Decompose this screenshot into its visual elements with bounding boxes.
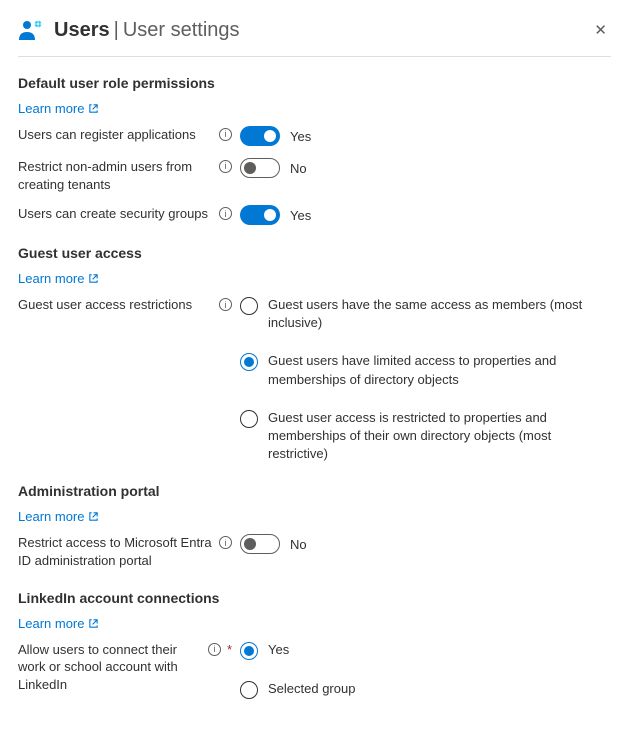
radio-guest-restricted-access[interactable]: Guest user access is restricted to prope…	[240, 409, 608, 464]
setting-linkedin-connect: Allow users to connect their work or sch…	[18, 641, 611, 699]
toggle-restrict-tenants[interactable]	[240, 158, 280, 178]
info-icon[interactable]: i	[219, 298, 232, 311]
section-admin-portal: Administration portal Learn more Restric…	[18, 483, 611, 569]
setting-label-text: Users can register applications	[18, 126, 214, 144]
toggle-value: Yes	[290, 129, 311, 144]
learn-more-admin-portal[interactable]: Learn more	[18, 509, 99, 524]
setting-label: Users can register applications i	[18, 126, 240, 144]
radio-circle	[240, 353, 258, 371]
radio-label: Guest users have limited access to prope…	[268, 352, 608, 388]
section-linkedin: LinkedIn account connections Learn more …	[18, 590, 611, 699]
external-link-icon	[88, 273, 99, 284]
section-default-role: Default user role permissions Learn more…	[18, 75, 611, 225]
toggle-restrict-portal[interactable]	[240, 534, 280, 554]
learn-more-label: Learn more	[18, 271, 84, 286]
radio-circle	[240, 410, 258, 428]
radio-group-linkedin: Yes Selected group	[240, 641, 355, 699]
toggle-register-apps[interactable]	[240, 126, 280, 146]
radio-guest-limited-access[interactable]: Guest users have limited access to prope…	[240, 352, 608, 388]
external-link-icon	[88, 618, 99, 629]
setting-restrict-tenants: Restrict non-admin users from creating t…	[18, 158, 611, 193]
radio-label: Yes	[268, 641, 289, 659]
learn-more-guest-access[interactable]: Learn more	[18, 271, 99, 286]
panel-title-main: Users	[54, 19, 110, 42]
info-icon[interactable]: i	[219, 207, 232, 220]
info-icon[interactable]: i	[208, 643, 221, 656]
setting-security-groups: Users can create security groups i Yes	[18, 205, 611, 225]
radio-linkedin-selected-group[interactable]: Selected group	[240, 680, 355, 699]
learn-more-label: Learn more	[18, 616, 84, 631]
section-guest-access: Guest user access Learn more Guest user …	[18, 245, 611, 463]
learn-more-default-role[interactable]: Learn more	[18, 101, 99, 116]
setting-label: Guest user access restrictions i	[18, 296, 240, 314]
external-link-icon	[88, 103, 99, 114]
close-button[interactable]: ✕	[590, 17, 611, 43]
section-title-guest-access: Guest user access	[18, 245, 611, 261]
info-icon[interactable]: i	[219, 536, 232, 549]
toggle-value: No	[290, 537, 307, 552]
radio-label: Selected group	[268, 680, 355, 698]
radio-guest-same-access[interactable]: Guest users have the same access as memb…	[240, 296, 608, 332]
external-link-icon	[88, 511, 99, 522]
radio-group-guest-access: Guest users have the same access as memb…	[240, 296, 608, 463]
radio-linkedin-yes[interactable]: Yes	[240, 641, 355, 660]
radio-circle	[240, 681, 258, 699]
toggle-value: Yes	[290, 208, 311, 223]
setting-label-text: Allow users to connect their work or sch…	[18, 641, 203, 694]
learn-more-label: Learn more	[18, 509, 84, 524]
learn-more-linkedin[interactable]: Learn more	[18, 616, 99, 631]
title-divider: |	[114, 19, 119, 42]
toggle-value: No	[290, 161, 307, 176]
radio-label: Guest user access is restricted to prope…	[268, 409, 608, 464]
learn-more-label: Learn more	[18, 101, 84, 116]
section-title-default-role: Default user role permissions	[18, 75, 611, 91]
setting-label: Restrict access to Microsoft Entra ID ad…	[18, 534, 240, 569]
users-icon	[18, 16, 46, 44]
close-icon: ✕	[594, 22, 607, 39]
setting-label: Allow users to connect their work or sch…	[18, 641, 240, 694]
section-title-linkedin: LinkedIn account connections	[18, 590, 611, 606]
required-asterisk: *	[227, 641, 232, 659]
setting-register-apps: Users can register applications i Yes	[18, 126, 611, 146]
toggle-security-groups[interactable]	[240, 205, 280, 225]
setting-label-text: Guest user access restrictions	[18, 296, 214, 314]
setting-label-text: Restrict non-admin users from creating t…	[18, 158, 214, 193]
setting-label: Users can create security groups i	[18, 205, 240, 223]
radio-circle	[240, 642, 258, 660]
radio-circle	[240, 297, 258, 315]
info-icon[interactable]: i	[219, 160, 232, 173]
setting-label-text: Users can create security groups	[18, 205, 214, 223]
setting-label: Restrict non-admin users from creating t…	[18, 158, 240, 193]
panel-header: Users | User settings ✕	[18, 16, 611, 57]
radio-label: Guest users have the same access as memb…	[268, 296, 608, 332]
setting-guest-restrictions: Guest user access restrictions i Guest u…	[18, 296, 611, 463]
section-title-admin-portal: Administration portal	[18, 483, 611, 499]
setting-label-text: Restrict access to Microsoft Entra ID ad…	[18, 534, 214, 569]
info-icon[interactable]: i	[219, 128, 232, 141]
setting-restrict-portal: Restrict access to Microsoft Entra ID ad…	[18, 534, 611, 569]
panel-title-sub: User settings	[123, 19, 240, 42]
